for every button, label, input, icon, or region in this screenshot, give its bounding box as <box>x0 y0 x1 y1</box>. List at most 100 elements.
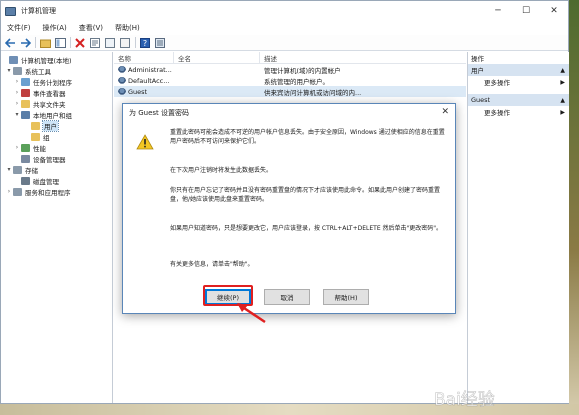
dialog-title: 为 Guest 设置密码 <box>129 109 190 117</box>
tree-item-label: 存储 <box>25 166 38 175</box>
tree-item-event-viewer[interactable]: › 事件查看器 <box>1 87 112 98</box>
expand-arrow-icon: › <box>15 144 19 151</box>
folder-icon <box>31 132 40 141</box>
maximize-button[interactable]: ☐ <box>512 1 540 21</box>
tree-item-root[interactable]: 计算机管理(本地) <box>1 54 112 65</box>
expand-arrow-icon: › <box>15 78 19 85</box>
tree-item-label: 事件查看器 <box>33 89 66 98</box>
column-header-description[interactable]: 描述 <box>260 52 466 64</box>
column-header-fullname[interactable]: 全名 <box>174 51 260 64</box>
tree-item-storage[interactable]: ▾ 存储 <box>1 164 112 175</box>
tree-item-label: 组 <box>43 133 50 142</box>
tree-item-label: 计算机管理(本地) <box>21 56 72 65</box>
list-header: 名称 全名 描述 <box>114 51 466 64</box>
properties-icon[interactable] <box>89 37 101 49</box>
expand-arrow-icon: › <box>7 188 11 195</box>
submenu-arrow-icon: ▶ <box>560 108 565 116</box>
help-button[interactable]: 帮助(H) <box>323 289 369 305</box>
annotation-arrow-icon <box>237 303 266 324</box>
user-name: DefaultAcc... <box>128 76 170 85</box>
toolbar-separator <box>135 37 136 48</box>
tree-item-performance[interactable]: › 性能 <box>1 142 112 153</box>
svg-text:?: ? <box>143 39 147 48</box>
refresh-icon[interactable] <box>104 37 116 49</box>
collapse-arrow-icon: ▾ <box>7 166 11 173</box>
navigation-tree: 计算机管理(本地) ▾ 系统工具 › 任务计划程序 › 事件查看器 › 共享文件… <box>1 52 113 403</box>
tree-item-label: 用户 <box>42 119 59 132</box>
list-row-guest[interactable]: Guest 供来宾访问计算机或访问域的内... <box>114 86 466 97</box>
tree-item-shared-folders[interactable]: › 共享文件夹 <box>1 98 112 109</box>
users-group-icon <box>21 110 30 119</box>
storage-icon <box>13 165 22 174</box>
tree-item-device-manager[interactable]: 设备管理器 <box>1 153 112 164</box>
tree-item-label: 性能 <box>33 144 46 153</box>
tree-item-system-tools[interactable]: ▾ 系统工具 <box>1 65 112 76</box>
tree-item-groups[interactable]: 组 <box>1 131 112 142</box>
submenu-arrow-icon: ▶ <box>560 78 565 86</box>
delete-icon[interactable] <box>74 37 86 49</box>
folder-icon <box>31 121 40 130</box>
collapse-arrow-icon: ▾ <box>7 67 11 74</box>
tree-item-disk-management[interactable]: 磁盘管理 <box>1 175 112 186</box>
performance-icon <box>21 143 30 152</box>
tree-item-label: 共享文件夹 <box>33 100 66 109</box>
dialog-title-bar: 为 Guest 设置密码 ✕ <box>123 104 455 122</box>
baidu-watermark-logo: Bai经验 <box>434 390 495 411</box>
collapse-up-icon: ▲ <box>560 96 565 104</box>
minimize-button[interactable]: ─ <box>484 1 512 21</box>
dialog-paragraph-usage: 你只有在用户忘记了密码并且没有密码重置盘的情况下才应该使用此命令。如果此用户创建… <box>170 187 441 203</box>
user-description: 管理计算机(域)的内置帐户 <box>264 66 341 75</box>
tree-item-label: 本地用户和组 <box>33 111 72 120</box>
set-password-dialog: 为 Guest 设置密码 ✕ 重置此密码可能会造成不可逆的用户帐户信息丢失。由于… <box>122 103 456 314</box>
menu-help[interactable]: 帮助(H) <box>109 23 146 33</box>
toolbar-separator <box>35 37 36 48</box>
actions-pane: 操作 用户 ▲ 更多操作 ▶ Guest ▲ 更多操作 ▶ <box>467 52 569 403</box>
menu-view[interactable]: 查看(V) <box>73 23 109 33</box>
user-description: 供来宾访问计算机或访问域的内... <box>264 88 362 97</box>
user-name: Administrat... <box>128 65 172 74</box>
close-button[interactable]: ✕ <box>540 1 568 21</box>
list-row-defaultaccount[interactable]: DefaultAcc... 系统管理的用户帐户。 <box>114 75 466 86</box>
user-name: Guest <box>128 87 148 96</box>
event-log-icon <box>21 88 30 97</box>
action-label: 更多操作 <box>484 109 510 117</box>
toolbar-separator <box>70 37 71 48</box>
show-hide-tree-icon[interactable] <box>54 37 66 49</box>
forward-arrow-icon[interactable] <box>19 37 31 49</box>
device-manager-icon <box>21 154 30 163</box>
user-icon <box>118 65 126 74</box>
tree-item-label: 服务和应用程序 <box>25 188 71 197</box>
list-row-administrator[interactable]: Administrat... 管理计算机(域)的内置帐户 <box>114 64 466 75</box>
expand-arrow-icon: › <box>15 89 19 96</box>
dialog-paragraph-change: 如果用户知道密码，只是想要更改它，用户应该登录，按 CTRL+ALT+DELET… <box>170 225 443 232</box>
tree-item-services-apps[interactable]: › 服务和应用程序 <box>1 186 112 197</box>
watermark-text: Bai经验 <box>434 390 495 410</box>
tree-item-task-scheduler[interactable]: › 任务计划程序 <box>1 76 112 87</box>
tree-item-local-users-groups[interactable]: ▾ 本地用户和组 <box>1 109 112 120</box>
actions-section-users[interactable]: 用户 ▲ <box>468 64 569 76</box>
export-icon[interactable] <box>119 37 131 49</box>
action-label: 更多操作 <box>484 79 510 87</box>
menu-file[interactable]: 文件(F) <box>1 23 37 33</box>
menu-action[interactable]: 操作(A) <box>37 23 73 33</box>
back-arrow-icon[interactable] <box>4 37 16 49</box>
services-icon <box>13 187 22 196</box>
dialog-close-button[interactable]: ✕ <box>441 107 449 117</box>
dialog-paragraph-data-loss: 在下次用户注销时将发生此数据丢失。 <box>170 167 273 174</box>
action-more-actions-guest[interactable]: 更多操作 ▶ <box>468 106 569 118</box>
expand-arrow-icon: › <box>15 100 19 107</box>
clock-icon <box>21 77 30 86</box>
up-folder-icon[interactable] <box>39 37 51 49</box>
tree-item-label: 磁盘管理 <box>33 177 59 186</box>
help-icon[interactable]: ? <box>139 37 151 49</box>
collapse-up-icon: ▲ <box>560 66 565 74</box>
shared-folder-icon <box>21 99 30 108</box>
computer-icon <box>9 55 18 64</box>
user-description: 系统管理的用户帐户。 <box>264 77 329 86</box>
view-icon[interactable] <box>154 37 166 49</box>
action-more-actions-users[interactable]: 更多操作 ▶ <box>468 76 569 88</box>
actions-section-guest[interactable]: Guest ▲ <box>468 94 569 106</box>
tree-item-users[interactable]: 用户 <box>1 119 112 132</box>
column-header-name[interactable]: 名称 <box>114 51 174 64</box>
disk-icon <box>21 176 30 185</box>
